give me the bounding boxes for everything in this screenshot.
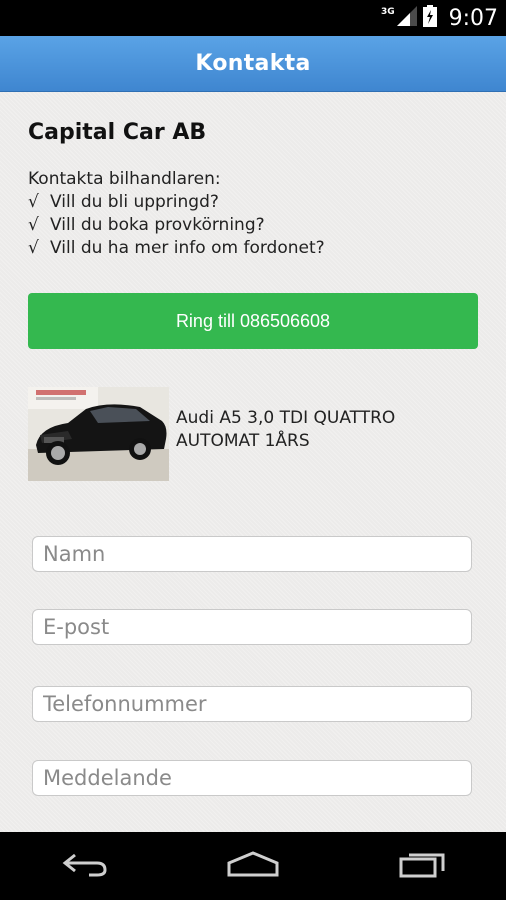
car-listing[interactable]: Audi A5 3,0 TDI QUATTRO AUTOMAT 1ÅRS (28, 387, 488, 481)
car-title[interactable]: Audi A5 3,0 TDI QUATTRO AUTOMAT 1ÅRS (176, 407, 476, 453)
list-item: √ Vill du ha mer info om fordonet? (28, 237, 488, 260)
dealer-name: Capital Car AB (28, 120, 207, 145)
back-button[interactable] (44, 841, 124, 891)
content-area: Capital Car AB Kontakta bilhandlaren: √ … (0, 92, 506, 832)
network-signal-icon (396, 6, 417, 30)
contact-intro: Kontakta bilhandlaren: √ Vill du bli upp… (28, 168, 488, 260)
status-icons: 3G 9:07 (381, 0, 498, 36)
status-bar: 3G 9:07 (0, 0, 506, 36)
network-type-label: 3G (380, 7, 395, 17)
clock: 9:07 (448, 5, 498, 31)
check-symbol: √ (28, 238, 39, 258)
battery-icon (422, 5, 437, 31)
check-symbol: √ (28, 215, 39, 235)
check-symbol: √ (28, 192, 39, 212)
page-title: Kontakta (195, 51, 311, 76)
recent-apps-icon (397, 849, 447, 883)
navigation-bar (0, 832, 506, 900)
home-button[interactable] (213, 841, 293, 891)
recent-apps-button[interactable] (382, 841, 462, 891)
intro-heading: Kontakta bilhandlaren: (28, 169, 221, 189)
message-field[interactable] (32, 760, 472, 796)
back-icon (59, 849, 109, 883)
list-item-label: Vill du boka provkörning? (50, 215, 265, 235)
phone-field[interactable] (32, 686, 472, 722)
app-bar: Kontakta (0, 36, 506, 92)
list-item: √ Vill du bli uppringd? (28, 191, 488, 214)
list-item: √ Vill du boka provkörning? (28, 214, 488, 237)
list-item-label: Vill du ha mer info om fordonet? (50, 238, 325, 258)
email-field[interactable] (32, 609, 472, 645)
call-button[interactable]: Ring till 086506608 (28, 293, 478, 349)
home-icon (225, 849, 281, 883)
list-item-label: Vill du bli uppringd? (50, 192, 219, 212)
car-photo[interactable] (28, 387, 169, 481)
name-field[interactable] (32, 536, 472, 572)
